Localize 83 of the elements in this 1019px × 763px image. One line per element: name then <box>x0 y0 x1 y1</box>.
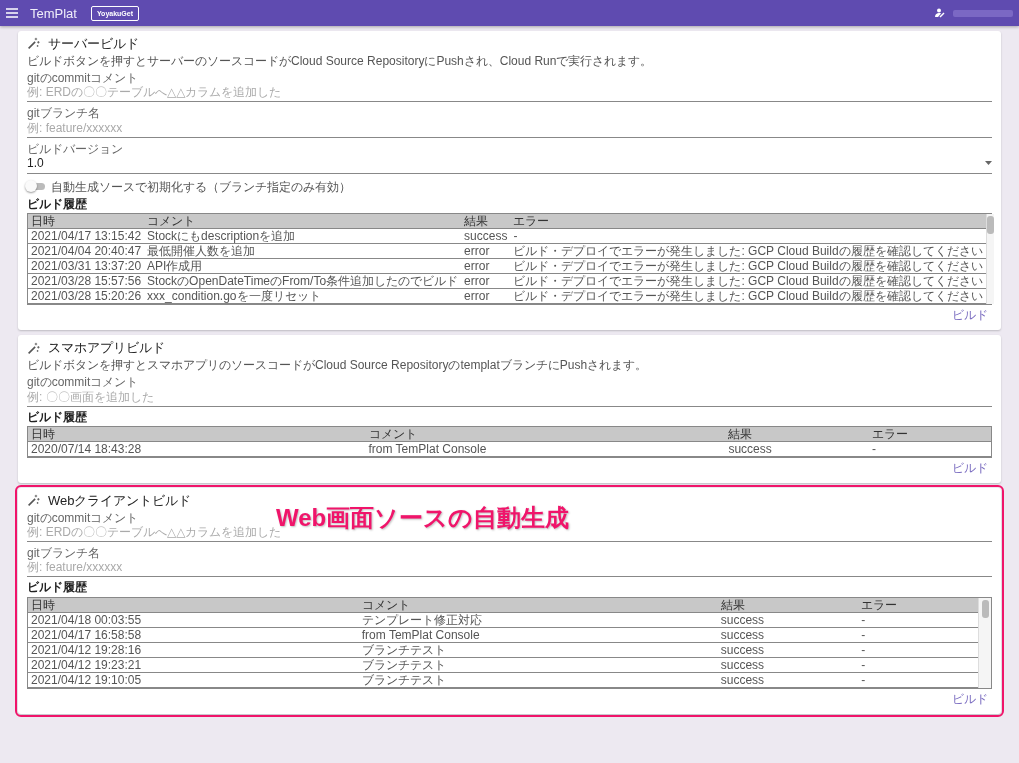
table-cell: ブランチテスト <box>358 642 718 658</box>
card-title: サーバービルド <box>48 36 139 52</box>
table-cell: error <box>461 288 511 304</box>
table-cell: 2021/04/17 16:58:58 <box>28 627 359 643</box>
table-cell: ブランチテスト <box>358 657 718 673</box>
column-header: 日時 <box>28 214 145 229</box>
table-cell: success <box>461 228 511 244</box>
table-cell: API作成用 <box>144 258 462 274</box>
table-cell: from TemPlat Console <box>365 441 726 457</box>
table-cell: 2021/04/04 20:40:47 <box>28 243 145 259</box>
table-cell: Stockにもdescriptionを追加 <box>144 228 462 244</box>
table-cell: 2021/03/28 15:20:26 <box>28 288 145 304</box>
table-cell: ビルド・デプロイでエラーが発生しました: GCP Cloud Buildの履歴を確認してください <box>510 288 986 304</box>
table-cell: success <box>717 642 859 658</box>
scrollbar[interactable] <box>985 214 994 305</box>
field-label: gitブランチ名 <box>27 106 100 121</box>
dropdown-caret-icon <box>985 161 992 166</box>
app-title: TemPlat <box>30 5 77 21</box>
scrollbar[interactable] <box>978 597 991 688</box>
table-cell: success <box>717 672 859 688</box>
table-cell: success <box>725 441 869 457</box>
table-cell: 最低開催人数を追加 <box>144 243 462 259</box>
table-cell: 2021/03/31 13:37:20 <box>28 258 145 274</box>
toggle-label: 自動生成ソースで初期化する（ブランチ指定のみ有効） <box>51 179 351 194</box>
field-label: gitのcommitコメント <box>27 71 139 86</box>
card-title: Webクライアントビルド <box>48 493 192 509</box>
table-cell: 2021/04/12 19:23:21 <box>28 657 359 673</box>
toggle-switch[interactable] <box>27 183 45 191</box>
column-header: エラー <box>858 597 978 613</box>
field-label: gitブランチ名 <box>27 546 100 561</box>
table-cell: ビルド・デプロイでエラーが発生しました: GCP Cloud Buildの履歴を確認してください <box>510 273 986 289</box>
field-label: ビルドバージョン <box>27 141 123 157</box>
build-button[interactable]: ビルド <box>948 688 992 710</box>
table-cell: - <box>510 228 986 244</box>
table-cell: 2021/04/18 00:03:55 <box>28 612 359 628</box>
table-cell: 2020/07/14 18:43:28 <box>28 441 366 457</box>
card-description: ビルドボタンを押すとサーバーのソースコードがCloud Source RepositoryにPushされ、Cloud Runで実行されます。 <box>27 53 654 68</box>
table-cell: success <box>717 612 859 628</box>
table-cell: error <box>461 258 511 274</box>
column-header: コメント <box>144 214 462 229</box>
redacted-user-name <box>953 9 1013 17</box>
table-cell: error <box>461 243 511 259</box>
table-cell: StockのOpenDateTimeのFrom/To条件追加したのでビルド <box>144 273 462 289</box>
column-header: 結果 <box>725 427 869 442</box>
magic-wand-icon <box>27 37 40 51</box>
field-label: gitのcommitコメント <box>27 375 139 390</box>
magic-wand-icon <box>27 494 40 508</box>
input-field[interactable]: 例: feature/xxxxxx <box>27 120 992 137</box>
table-cell: success <box>717 627 859 643</box>
table-cell: 2021/04/17 13:15:42 <box>28 228 145 244</box>
column-header: 日時 <box>28 597 359 613</box>
table-cell: 2021/04/12 19:10:05 <box>28 672 359 688</box>
build-button[interactable]: ビルド <box>948 305 992 327</box>
table-cell: xxx_condition.goを一度リセット <box>144 288 462 304</box>
column-header: コメント <box>365 427 726 442</box>
column-header: 結果 <box>461 214 511 229</box>
table-cell: テンプレート修正対応 <box>358 612 718 628</box>
column-header: エラー <box>510 214 986 229</box>
column-header: エラー <box>868 427 991 442</box>
card-title: スマホアプリビルド <box>48 340 165 356</box>
annotation-text: Web画面ソースの自動生成 <box>276 504 570 532</box>
table-cell: 2021/04/12 19:28:16 <box>28 642 359 658</box>
menu-icon[interactable] <box>6 8 18 18</box>
table-cell: error <box>461 273 511 289</box>
field-label: gitのcommitコメント <box>27 510 139 526</box>
table-cell: ブランチテスト <box>358 672 718 688</box>
build-button[interactable]: ビルド <box>948 458 992 480</box>
table-cell: success <box>717 657 859 673</box>
column-header: コメント <box>358 597 718 613</box>
table-cell: from TemPlat Console <box>358 627 718 643</box>
user-edit-icon[interactable] <box>935 8 945 18</box>
table-cell: ビルド・デプロイでエラーが発生しました: GCP Cloud Buildの履歴を確認してください <box>510 258 986 274</box>
table-cell: 2021/03/28 15:57:56 <box>28 273 145 289</box>
column-header: 日時 <box>28 427 366 442</box>
table-cell: ビルド・デプロイでエラーが発生しました: GCP Cloud Buildの履歴を確認してください <box>510 243 986 259</box>
column-header: 結果 <box>717 597 859 613</box>
section-label: ビルド履歴 <box>27 409 88 425</box>
section-label: ビルド履歴 <box>27 196 88 212</box>
section-label: ビルド履歴 <box>27 580 88 595</box>
magic-wand-icon <box>27 341 40 355</box>
input-field[interactable]: 例: feature/xxxxxx <box>27 560 992 577</box>
table-cell: - <box>868 441 991 457</box>
card-description: ビルドボタンを押すとスマホアプリのソースコードがCloud Source RepositoryのtemplatブランチにPushされます。 <box>27 357 649 373</box>
